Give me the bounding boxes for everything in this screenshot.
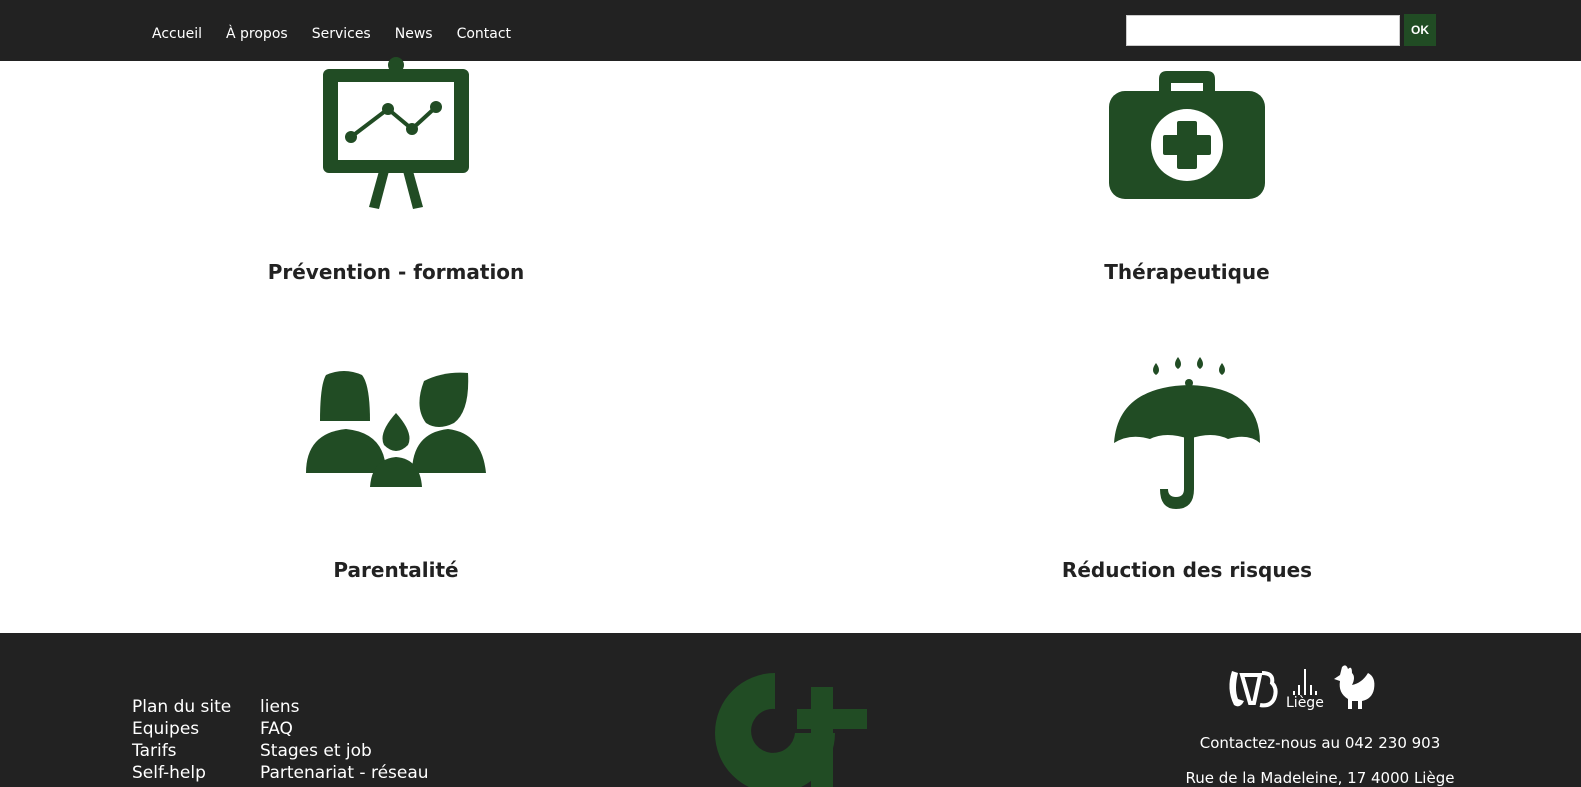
footer-link-plan-du-site[interactable]: Plan du site: [132, 696, 231, 718]
main-nav: Accueil À propos Services News Contact: [152, 26, 511, 42]
footer-link-stages-job[interactable]: Stages et job: [260, 740, 429, 762]
footer-links-column-2: liens FAQ Stages et job Partenariat - ré…: [260, 696, 429, 784]
footer-link-liens[interactable]: liens: [260, 696, 429, 718]
service-tile-parentalite[interactable]: [146, 371, 646, 493]
nav-item-news[interactable]: News: [395, 26, 433, 42]
service-tile-prevention[interactable]: [146, 57, 646, 212]
service-tile-reduction-risques[interactable]: [937, 357, 1437, 511]
nav-item-a-propos[interactable]: À propos: [226, 26, 288, 42]
site-logo[interactable]: [715, 673, 867, 787]
footer-link-tarifs[interactable]: Tarifs: [132, 740, 231, 762]
first-aid-kit-icon: [1109, 71, 1265, 199]
liege-perron-icon: [1292, 669, 1317, 695]
nav-item-contact[interactable]: Contact: [457, 26, 511, 42]
liege-logo-text: Liège: [1286, 695, 1324, 711]
partner-logos: Liège: [1226, 663, 1378, 711]
site-footer: Plan du site Equipes Tarifs Self-help li…: [0, 633, 1581, 787]
service-tile-therapeutique[interactable]: [937, 69, 1437, 201]
search-ok-button[interactable]: OK: [1404, 14, 1436, 46]
service-label-prevention: Prévention - formation: [267, 260, 525, 284]
search-input[interactable]: [1126, 15, 1400, 46]
footer-link-equipes[interactable]: Equipes: [132, 718, 231, 740]
footer-link-faq[interactable]: FAQ: [260, 718, 429, 740]
footer-link-partenariat[interactable]: Partenariat - réseau: [260, 762, 429, 784]
service-label-reduction-risques: Réduction des risques: [1061, 558, 1313, 582]
wallonia-rooster-icon: [1333, 665, 1375, 709]
services-grid: Prévention - formation Thérapeutique Par…: [0, 57, 1581, 633]
service-label-parentalite: Parentalité: [333, 558, 459, 582]
wallonie-bruxelles-logo-icon: [1229, 671, 1278, 708]
service-label-therapeutique: Thérapeutique: [1104, 260, 1270, 284]
presentation-board-icon: [323, 57, 469, 209]
nav-item-accueil[interactable]: Accueil: [152, 26, 202, 42]
footer-link-self-help[interactable]: Self-help: [132, 762, 231, 784]
footer-links-column-1: Plan du site Equipes Tarifs Self-help: [132, 696, 231, 784]
footer-contact-phone: Contactez-nous au 042 230 903: [1199, 734, 1441, 752]
liege-logo: Liège: [1286, 669, 1324, 711]
top-navigation-bar: Accueil À propos Services News Contact O…: [0, 0, 1581, 61]
nav-item-services[interactable]: Services: [312, 26, 371, 42]
footer-address: Rue de la Madeleine, 17 4000 Liège: [1185, 769, 1455, 787]
umbrella-rain-icon: [1114, 357, 1260, 509]
family-icon: [306, 371, 486, 487]
